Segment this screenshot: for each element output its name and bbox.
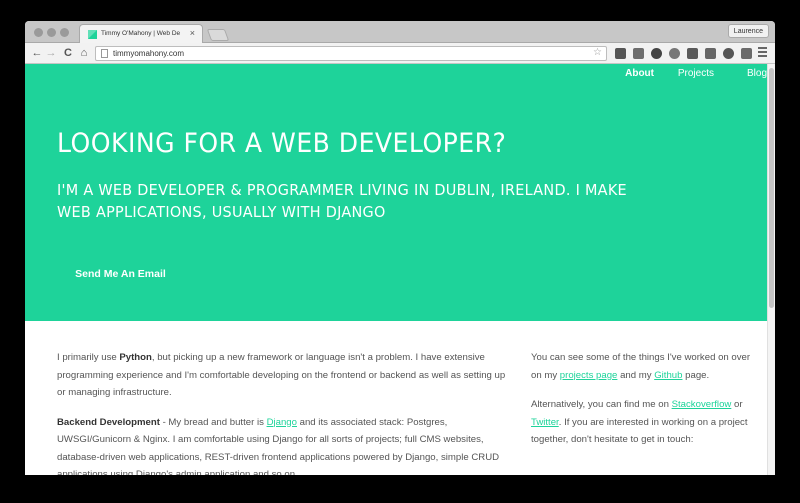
side-column: You can see some of the things I've work… (531, 349, 751, 461)
main-column: I primarily use Python, but picking up a… (57, 349, 507, 475)
nav-blog[interactable]: Blog (747, 68, 767, 79)
address-bar[interactable]: timmyomahony.com ☆ (95, 46, 607, 61)
extension-shield-icon[interactable] (651, 48, 662, 59)
forward-arrow-icon[interactable]: → (44, 46, 58, 60)
projects-text-and: and my (617, 369, 655, 381)
projects-page-link[interactable]: projects page (560, 370, 618, 381)
reload-icon[interactable]: C (61, 46, 75, 60)
stackoverflow-link[interactable]: Stackoverflow (672, 399, 732, 410)
backend-heading: Backend Development (57, 416, 160, 428)
hero-section: About Projects Blog LOOKING FOR A WEB DE… (25, 64, 767, 321)
page-icon (101, 49, 108, 58)
nav-projects[interactable]: Projects (678, 68, 714, 79)
backend-text: - My bread and butter is (159, 416, 267, 428)
url-text: timmyomahony.com (113, 49, 184, 58)
extension-pocket-icon[interactable] (687, 48, 698, 59)
extension-pinterest-icon[interactable] (723, 48, 734, 59)
close-window-button[interactable] (34, 28, 43, 37)
hero-title: LOOKING FOR A WEB DEVELOPER? (57, 128, 507, 159)
django-link[interactable]: Django (267, 417, 297, 428)
page-viewport: About Projects Blog LOOKING FOR A WEB DE… (25, 64, 767, 475)
twitter-link[interactable]: Twitter (531, 417, 559, 428)
zoom-window-button[interactable] (60, 28, 69, 37)
intro-paragraph: I primarily use Python, but picking up a… (57, 349, 507, 402)
hero-subtitle: I'M A WEB DEVELOPER & PROGRAMMER LIVING … (57, 181, 627, 221)
bookmark-star-icon[interactable]: ☆ (593, 47, 602, 58)
intro-text: I primarily use (57, 352, 120, 363)
browser-window: Timmy O'Mahony | Web De × Laurence ← → C… (25, 21, 775, 475)
content-section: I primarily use Python, but picking up a… (25, 321, 767, 475)
page-scrollbar[interactable] (767, 64, 775, 475)
minimize-window-button[interactable] (47, 28, 56, 37)
send-email-button[interactable]: Send Me An Email (58, 262, 183, 286)
tab-close-icon[interactable]: × (190, 28, 195, 38)
tab-title: Timmy O'Mahony | Web De (101, 30, 181, 37)
back-arrow-icon[interactable]: ← (30, 46, 44, 60)
projects-text-end: page. (682, 369, 710, 381)
contact-paragraph: Alternatively, you can find me on Stacko… (531, 396, 751, 449)
new-tab-button[interactable] (206, 29, 230, 41)
tab-strip: Timmy O'Mahony | Web De × Laurence (25, 21, 775, 43)
extension-stack-icon[interactable] (615, 48, 626, 59)
profile-button[interactable]: Laurence (727, 24, 769, 38)
site-favicon-icon (88, 30, 97, 39)
home-icon[interactable]: ⌂ (77, 46, 91, 60)
tab-active[interactable]: Timmy O'Mahony | Web De × (79, 24, 203, 43)
extension-image-icon[interactable] (633, 48, 644, 59)
projects-paragraph: You can see some of the things I've work… (531, 349, 751, 384)
backend-paragraph: Backend Development - My bread and butte… (57, 414, 507, 476)
github-link[interactable]: Github (654, 370, 682, 381)
contact-text-or: or (731, 399, 743, 410)
nav-about[interactable]: About (625, 68, 654, 79)
contact-text: Alternatively, you can find me on (531, 399, 672, 410)
extension-ghost-icon[interactable] (669, 48, 680, 59)
contact-text-end: . If you are interested in working on a … (531, 416, 748, 446)
browser-toolbar: ← → C ⌂ timmyomahony.com ☆ (25, 43, 775, 64)
scrollbar-thumb[interactable] (769, 68, 774, 308)
extension-bookmark-icon[interactable] (705, 48, 716, 59)
hamburger-menu-icon[interactable] (758, 47, 767, 58)
extension-cast-icon[interactable] (741, 48, 752, 59)
python-emphasis: Python (119, 352, 152, 363)
